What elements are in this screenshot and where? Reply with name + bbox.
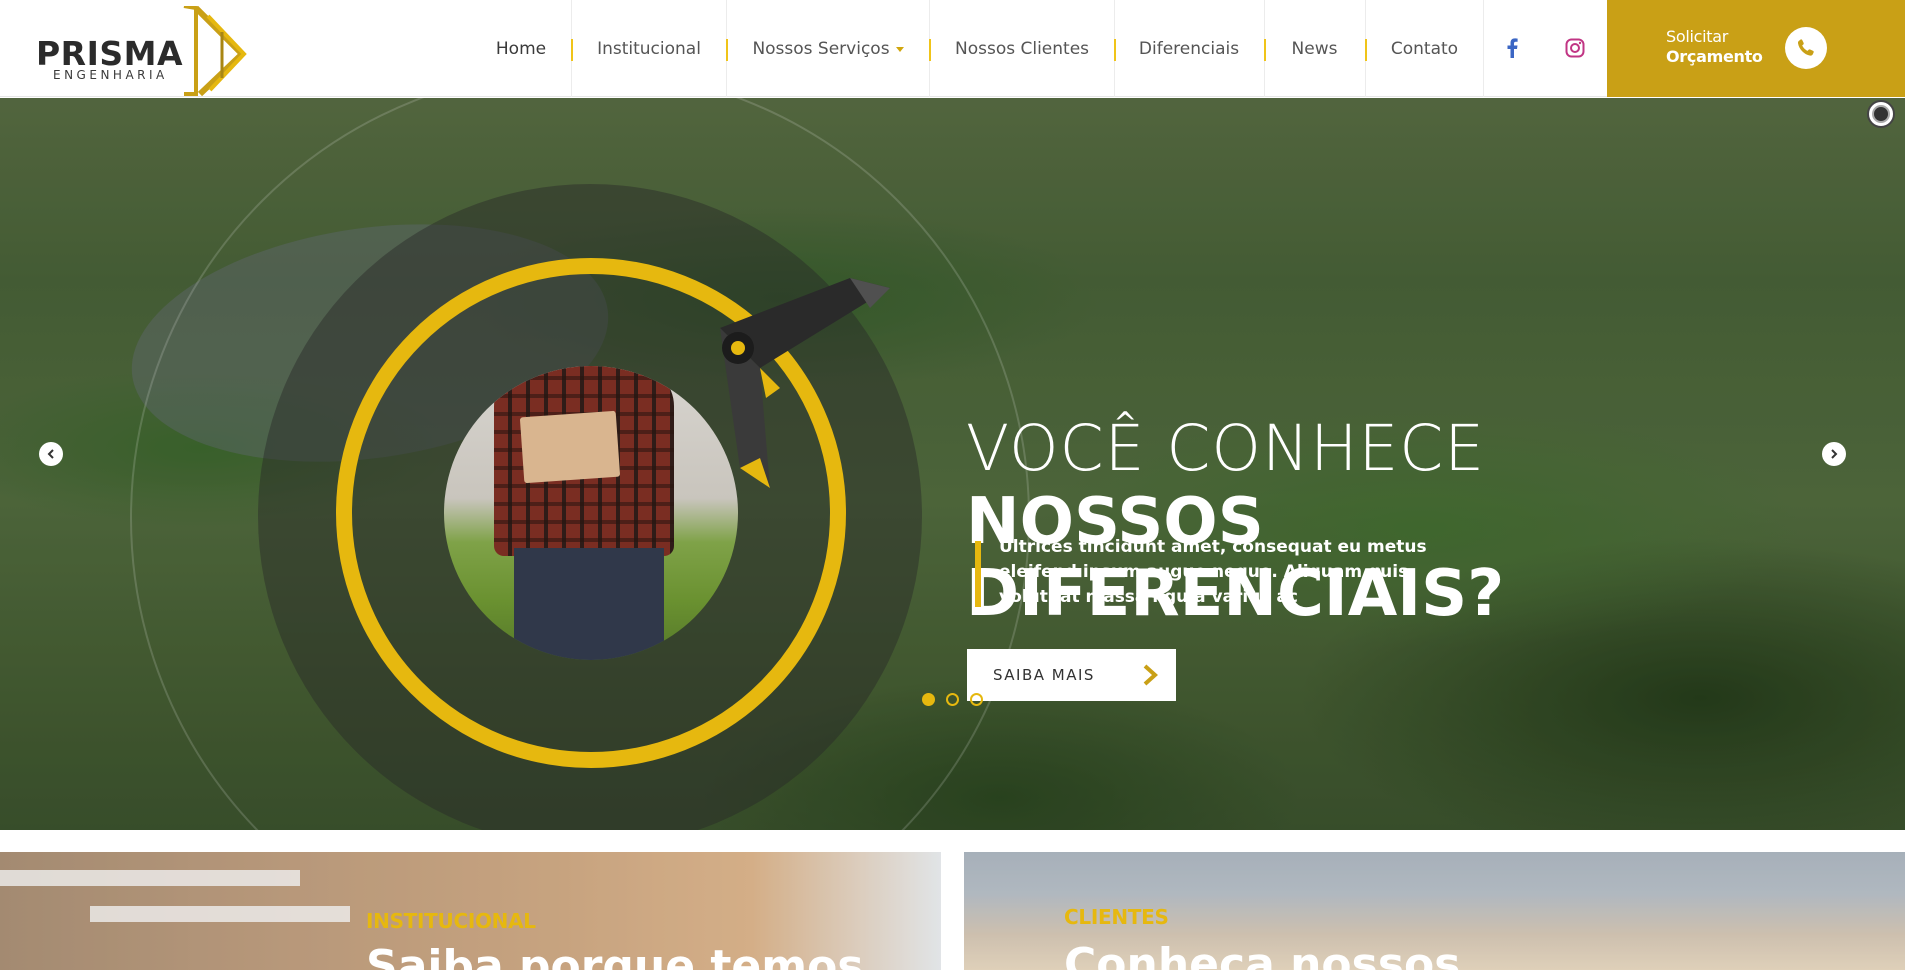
nav-item-contato[interactable]: Contato [1378,0,1471,97]
nav-item-diferenciais[interactable]: Diferenciais [1127,0,1251,97]
nav-item-label: Diferenciais [1138,38,1240,59]
hero-description: Ultrices tincidunt amet, consequat eu me… [999,537,1427,607]
card-institucional[interactable]: INSTITUCIONAL Saiba porque temos [0,852,941,970]
nav-item-label: News [1291,38,1338,59]
nav-item-nossos-clientes[interactable]: Nossos Clientes [942,0,1102,97]
slider-prev-button[interactable] [39,442,63,466]
hero-person-photo [444,366,738,660]
slider-autoplay-toggle[interactable] [1867,100,1895,128]
request-quote-label: Solicitar Orçamento [1666,27,1763,67]
slider-dot[interactable] [946,693,959,706]
nav-item-label: Home [495,38,547,59]
instagram-icon[interactable] [1563,36,1587,60]
saiba-mais-button[interactable]: SAIBA MAIS [967,649,1176,701]
nav-item-label: Contato [1390,38,1459,59]
nav-item-label: Institucional [597,38,701,59]
drone-image [720,278,890,488]
slider-next-button[interactable] [1822,442,1846,466]
card-title: Conheça nossos [1064,939,1461,970]
nav-separator [1264,39,1266,61]
slider-dot[interactable] [970,693,983,706]
cta-line-1: Solicitar [1666,27,1729,46]
slider-dot[interactable] [922,693,935,706]
nav-separator [929,39,931,61]
card-clientes[interactable]: CLIENTES Conheça nossos [964,852,1905,970]
caret-down-icon [895,47,904,52]
nav-separator [1365,39,1367,61]
request-quote-button[interactable]: Solicitar Orçamento [1607,0,1905,97]
nav-item-institucional[interactable]: Institucional [584,0,714,97]
logo-mark-icon [183,6,247,96]
site-header: PRISMA ENGENHARIA Home Institucional Nos… [0,0,1905,97]
nav-item-home[interactable]: Home [484,0,558,97]
whatsapp-icon [1785,27,1827,69]
nav-separator [571,39,573,61]
card-title: Saiba porque temos [366,941,864,970]
chevron-right-icon [1831,449,1838,459]
chevron-left-icon [47,449,54,459]
chevron-right-icon [1143,664,1158,686]
nav-item-news[interactable]: News [1277,0,1352,97]
hero-slider: VOCÊ CONHECE NOSSOS DIFERENCIAIS? Ultric… [0,98,1905,830]
hero-title-light: VOCÊ CONHECE [966,412,1486,485]
nav-divider [1483,0,1484,97]
toggle-knob-icon [1872,105,1890,123]
facebook-icon[interactable] [1500,36,1524,60]
saiba-mais-label: SAIBA MAIS [993,666,1095,684]
nav-item-label: Nossos Clientes [954,38,1090,59]
prisma-logo[interactable]: PRISMA ENGENHARIA [36,6,247,96]
cta-line-2: Orçamento [1666,47,1763,66]
nav-separator [1114,39,1116,61]
card-kicker: INSTITUCIONAL [366,909,536,933]
card-kicker: CLIENTES [1064,905,1169,929]
nav-separator [726,39,728,61]
nav-item-nossos-servicos[interactable]: Nossos Serviços [740,0,916,97]
photo-laptop [519,410,621,484]
photo-jeans [514,548,664,660]
logo-tagline: ENGENHARIA [53,68,168,82]
hero-accent-bar [975,541,981,607]
nav-item-label: Nossos Serviços [752,38,890,59]
